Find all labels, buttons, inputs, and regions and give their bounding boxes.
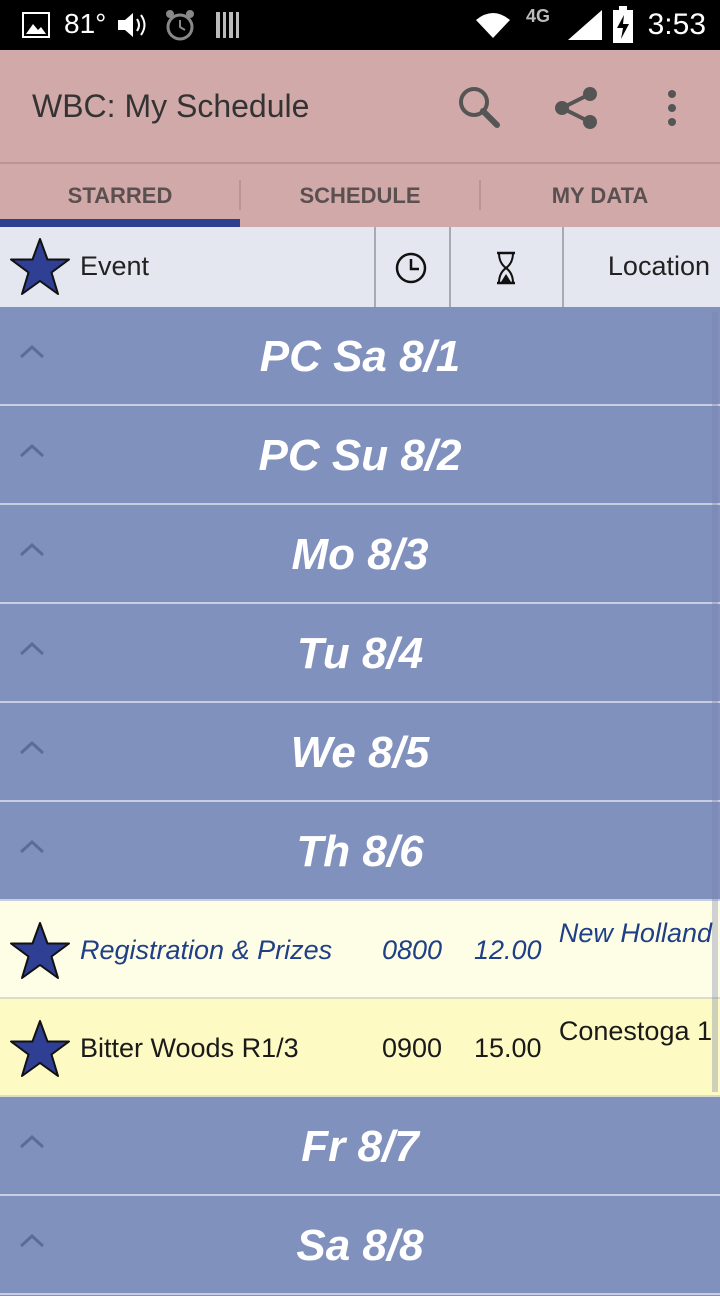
hourglass-icon[interactable] [494, 251, 518, 285]
column-header: Event Location [0, 227, 720, 307]
day-label: Sa 8/8 [296, 1221, 424, 1270]
day-row[interactable]: Sa 8/8 [0, 1196, 720, 1295]
search-icon [459, 87, 500, 128]
day-label: Fr 8/7 [301, 1122, 419, 1171]
tab-schedule[interactable]: SCHEDULE [240, 164, 480, 227]
share-button[interactable] [548, 80, 604, 136]
tab-bar: STARRED SCHEDULE MY DATA [0, 164, 720, 227]
day-label: Mo 8/3 [291, 530, 429, 579]
tab-starred[interactable]: STARRED [0, 164, 240, 227]
gallery-notification-icon [22, 12, 50, 38]
event-duration: 15.00 [474, 1033, 542, 1063]
app-title: WBC: My Schedule [32, 88, 310, 124]
scrollbar[interactable] [712, 312, 718, 1092]
event-location: New Holland [558, 918, 712, 948]
network-type-text: 4G [526, 6, 551, 26]
event-row[interactable]: Bitter Woods R1/3 0900 15.00 Conestoga 1 [0, 999, 720, 1097]
action-bar: WBC: My Schedule [0, 50, 720, 162]
overflow-menu-button[interactable] [644, 80, 700, 136]
day-row[interactable]: Tu 8/4 [0, 604, 720, 703]
event-time: 0800 [382, 935, 443, 965]
day-row[interactable]: Mo 8/3 [0, 505, 720, 604]
wifi-icon [476, 13, 510, 38]
star-icon[interactable] [8, 921, 72, 981]
tab-selected-indicator [0, 219, 240, 227]
overflow-menu-icon [668, 90, 676, 126]
share-icon [555, 87, 597, 129]
signal-icon [568, 10, 602, 40]
event-duration: 12.00 [474, 935, 542, 965]
event-name: Bitter Woods R1/3 [80, 1033, 299, 1063]
day-label: We 8/5 [290, 728, 430, 777]
day-row[interactable]: We 8/5 [0, 703, 720, 802]
day-label: PC Sa 8/1 [259, 332, 461, 381]
day-label: Th 8/6 [296, 827, 424, 876]
column-separator [449, 227, 451, 307]
tab-my-data[interactable]: MY DATA [480, 164, 720, 227]
search-button[interactable] [450, 80, 506, 136]
event-location: Conestoga 1 [558, 1016, 712, 1046]
day-row[interactable]: PC Sa 8/1 [0, 307, 720, 406]
day-row[interactable]: Th 8/6 [0, 802, 720, 901]
event-time: 0900 [382, 1033, 443, 1063]
day-label: Tu 8/4 [296, 629, 424, 678]
clock-text: 3:53 [647, 8, 706, 41]
column-separator [374, 227, 376, 307]
event-row[interactable]: Registration & Prizes 0800 12.00 New Hol… [0, 901, 720, 999]
location-column-header[interactable]: Location [608, 251, 710, 282]
temperature-text: 81° [64, 8, 107, 39]
status-bar: 81° 4G 3:53 [0, 0, 720, 50]
event-name: Registration & Prizes [80, 935, 333, 965]
barcode-icon [216, 12, 239, 38]
star-icon[interactable] [8, 1019, 72, 1079]
day-label: PC Su 8/2 [258, 431, 462, 480]
day-row[interactable]: Fr 8/7 [0, 1097, 720, 1196]
star-icon[interactable] [8, 237, 72, 297]
battery-icon [613, 6, 633, 43]
volume-icon [118, 13, 146, 37]
clock-icon[interactable] [394, 251, 428, 285]
event-column-header[interactable]: Event [80, 251, 149, 282]
column-separator [562, 227, 564, 307]
alarm-icon [166, 10, 194, 41]
day-row[interactable]: PC Su 8/2 [0, 406, 720, 505]
